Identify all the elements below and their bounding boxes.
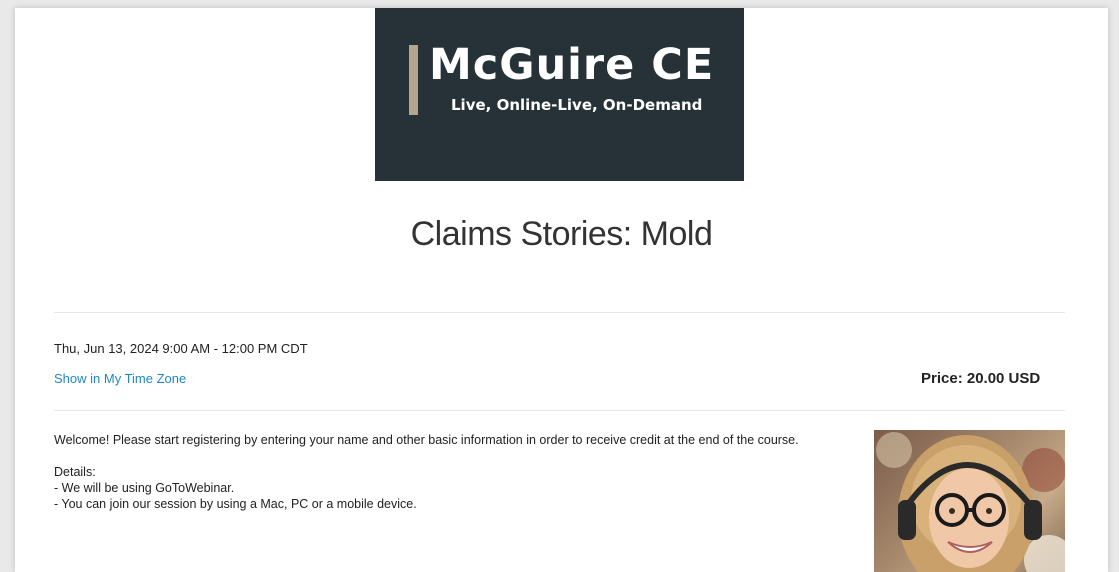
details-item: - You can join our session by using a Ma… (54, 497, 417, 511)
mcguire-ce-logo: McGuire CE Live, Online-Live, On-Demand (375, 8, 744, 181)
logo-title: McGuire CE (429, 40, 715, 90)
divider-top (54, 312, 1065, 313)
presenter-photo (874, 430, 1065, 572)
registration-page: McGuire CE Live, Online-Live, On-Demand … (15, 8, 1108, 572)
presenter-illustration (876, 432, 1065, 572)
divider-middle (54, 410, 1065, 411)
event-description: Welcome! Please start registering by ent… (54, 432, 854, 512)
welcome-text: Welcome! Please start registering by ent… (54, 433, 799, 447)
event-datetime: Thu, Jun 13, 2024 9:00 AM - 12:00 PM CDT (54, 341, 308, 356)
event-price: Price: 20.00 USD (921, 370, 1041, 387)
event-title: Claims Stories: Mold (410, 215, 713, 253)
details-heading: Details: (54, 465, 96, 479)
logo-subtitle: Live, Online-Live, On-Demand (451, 96, 703, 114)
show-in-my-time-zone-link[interactable]: Show in My Time Zone (54, 371, 186, 386)
logo-accent-bar (409, 45, 418, 115)
details-item: - We will be using GoToWebinar. (54, 481, 235, 495)
